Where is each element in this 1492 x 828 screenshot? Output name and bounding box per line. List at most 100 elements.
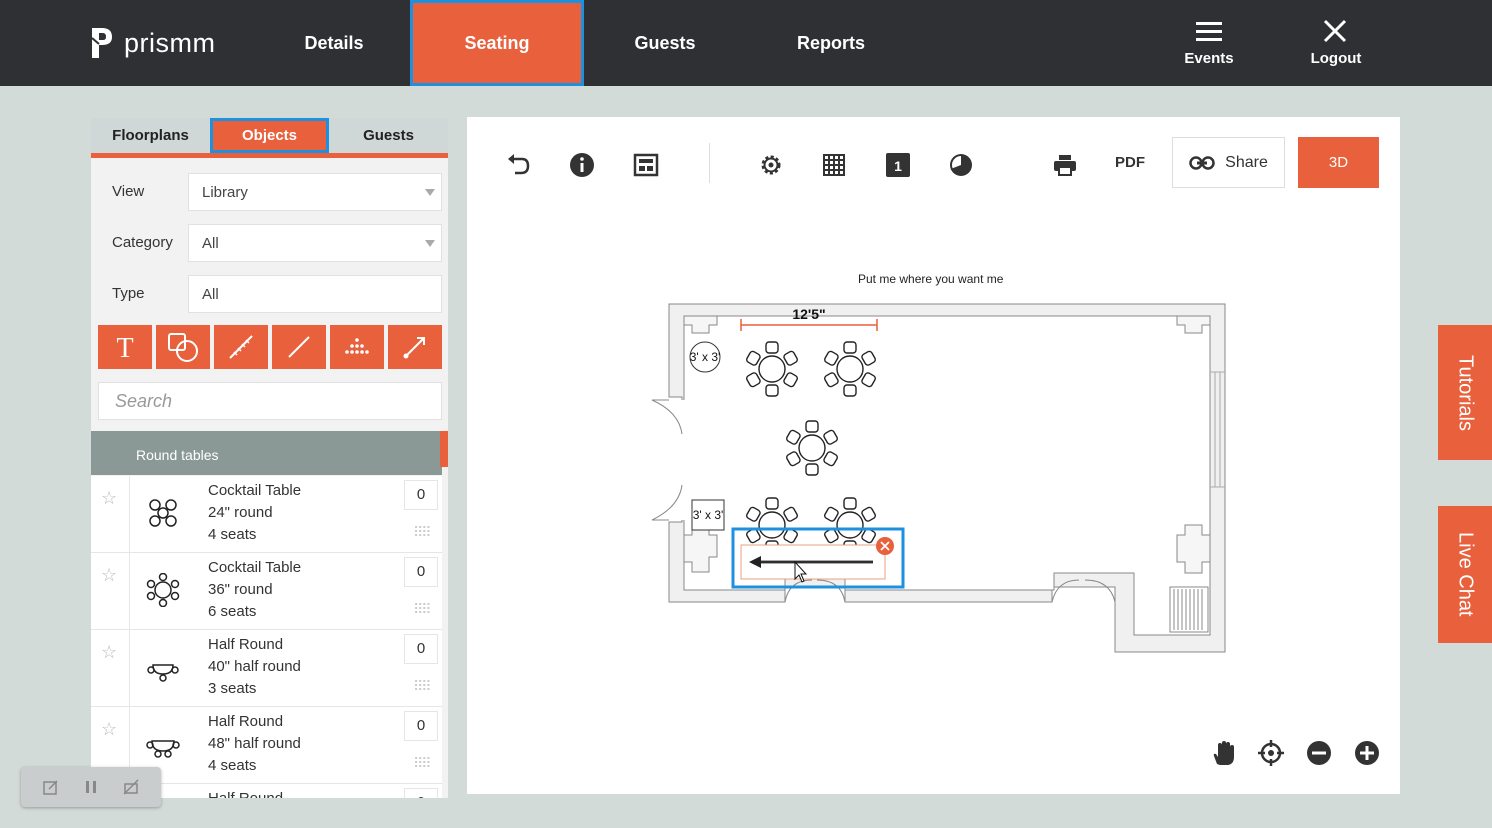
pause-icon[interactable] [82,778,100,796]
view-select[interactable]: Library [188,173,442,211]
section-round-tables[interactable]: Round tables [91,431,448,475]
logout-button[interactable]: Logout [1286,18,1386,67]
half-round-3-seat-icon [147,664,179,682]
category-value: All [202,235,219,252]
star-icon[interactable]: ☆ [101,488,117,509]
item-count[interactable]: 0 [404,711,438,741]
line-tool-button[interactable] [272,325,326,369]
item-text: Cocktail Table 36" round 6 seats [208,557,301,623]
3d-view-button[interactable]: 3D [1298,137,1379,188]
nav-tab-seating[interactable]: Seating [410,0,584,86]
item-size: 24" round [208,504,273,521]
chevron-down-icon [425,240,435,247]
object-list: ☆ Cocktail Table 24" round 4 seats 0 ⠿⠿ … [91,476,442,798]
item-name: Half Round [208,788,283,798]
arrow-tool-button[interactable] [388,325,442,369]
table-4-seat-icon [149,499,177,527]
nav-tab-reports[interactable]: Reports [750,0,912,86]
brand-logo[interactable]: prismm [90,26,216,60]
drag-handle-icon[interactable]: ⠿⠿ [413,601,431,618]
layout-button[interactable] [631,150,661,180]
pie-chart-icon [950,154,972,176]
row-seating-tool-button[interactable] [330,325,384,369]
panel-tabs: Floorplans Objects Guests [91,118,448,158]
tutorials-label: Tutorials [1454,354,1477,431]
size-label: 3' x 3' [693,508,724,522]
shapes-icon [168,333,198,362]
zoom-in-icon[interactable] [1354,740,1380,766]
settings-button[interactable] [756,150,786,180]
tutorials-tab[interactable]: Tutorials [1438,325,1492,460]
item-text: Half Round 40" half round 3 seats [208,634,301,700]
category-select[interactable]: All [188,224,442,262]
undo-icon [508,154,530,175]
item-count[interactable]: 0 [404,480,438,510]
list-item[interactable]: ☆ Cocktail Table 24" round 4 seats 0 ⠿⠿ [91,476,442,553]
size-label: 3' x 3' [690,350,721,364]
info-icon [570,153,594,177]
gear-icon [761,155,781,175]
drag-handle-icon[interactable]: ⠿⠿ [413,524,431,541]
item-count[interactable]: 0 [404,557,438,587]
list-item[interactable]: ☆ Cocktail Table 36" round 6 seats 0 ⠿⠿ [91,553,442,630]
close-icon [1323,19,1347,43]
floorplan-canvas[interactable]: 1 PDF Share 3D Put me where you want me [467,117,1400,794]
half-round-4-seat-icon [146,740,180,758]
tab-guests[interactable]: Guests [329,118,448,153]
grid-icon [823,154,845,176]
item-name: Half Round [208,713,284,730]
drag-handle-icon[interactable]: ⠿⠿ [413,755,431,772]
type-select[interactable]: All [188,275,442,313]
page-number-button[interactable]: 1 [883,150,913,180]
star-icon[interactable]: ☆ [101,719,117,740]
drag-handle-icon[interactable]: ⠿⠿ [413,678,431,695]
search-input[interactable]: Search [98,382,442,420]
item-count[interactable]: 0 [404,788,438,798]
info-button[interactable] [567,150,597,180]
item-count[interactable]: 0 [404,634,438,664]
item-name: Half Round [208,636,284,653]
share-button[interactable]: Share [1172,137,1285,188]
events-button[interactable]: Events [1159,18,1259,67]
star-icon[interactable]: ☆ [101,642,117,663]
list-item[interactable]: ☆ Half Round 40" half round 3 seats 0 ⠿⠿ [91,630,442,707]
camera-off-icon[interactable] [122,778,140,796]
category-label: Category [112,234,173,251]
nav-tab-details[interactable]: Details [254,0,414,86]
item-size: 36" round [208,581,273,598]
view-value: Library [202,184,248,201]
prismm-logo-icon [91,28,112,58]
contrast-button[interactable] [946,150,976,180]
zoom-out-icon[interactable] [1306,740,1332,766]
star-icon[interactable]: ☆ [101,565,117,586]
item-text: Half Round [208,788,283,798]
events-label: Events [1184,50,1234,67]
svg-text:T: T [116,333,133,362]
table-6-seat-icon [146,573,180,607]
pan-hand-icon[interactable] [1210,740,1236,766]
grid-button[interactable] [819,150,849,180]
type-label: Type [112,285,145,302]
print-button[interactable] [1050,150,1080,180]
pdf-button[interactable]: PDF [1115,154,1145,171]
live-chat-label: Live Chat [1454,532,1477,617]
text-tool-button[interactable]: T [98,325,152,369]
tab-objects[interactable]: Objects [210,118,329,153]
undo-button[interactable] [503,150,533,180]
line-icon [288,336,310,358]
nav-tab-guests[interactable]: Guests [584,0,746,86]
edit-icon[interactable] [42,778,60,796]
dimension-label: 12'5" [792,306,825,322]
item-seats: 4 seats [208,757,257,774]
layout-icon [633,153,659,177]
floorplan-room: 12'5" 3' x 3' 3' x 3' [651,303,1226,653]
crosshair-icon[interactable] [1258,740,1284,766]
measure-tool-button[interactable] [214,325,268,369]
shape-tool-button[interactable] [156,325,210,369]
brand-name: prismm [124,27,216,58]
view-row: View Library [91,173,448,211]
live-chat-tab[interactable]: Live Chat [1438,506,1492,643]
printer-icon [1054,155,1076,176]
tab-floorplans[interactable]: Floorplans [91,118,210,153]
share-label: Share [1225,153,1268,171]
